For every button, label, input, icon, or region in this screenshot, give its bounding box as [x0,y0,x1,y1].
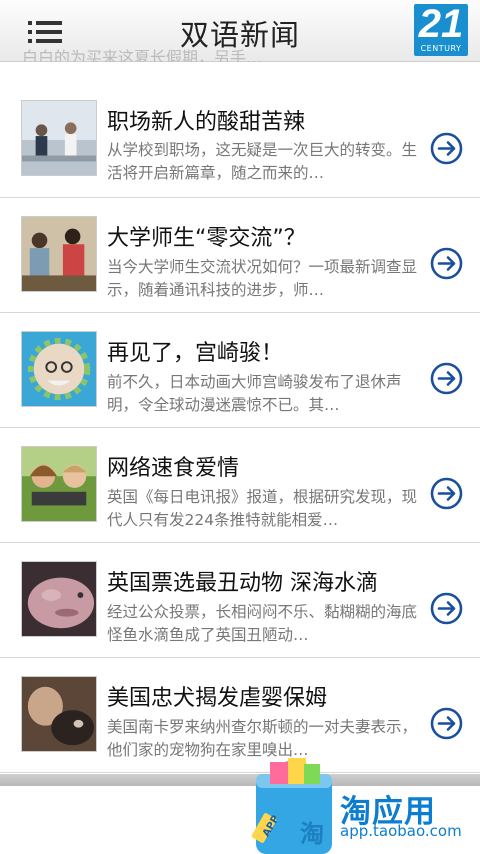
arrow-right-icon[interactable] [430,247,463,280]
arrow-right-icon[interactable] [430,132,463,165]
arrow-right-icon[interactable] [430,362,463,395]
taobao-url[interactable]: app.taobao.com [340,822,462,840]
news-list: 白白的为买来这夏长假期，另手… 职场新人的酸甜苦辣 从学校到职场，这无疑是一次巨… [0,48,480,773]
news-summary: 英国《每日电讯报》报道，根据研究发现，现代人只有发224条推特就能相爱… [107,488,417,529]
news-thumbnail [21,676,97,752]
news-title[interactable]: 英国票选最丑动物 深海水滴 [107,565,378,597]
news-thumbnail [21,100,97,176]
arrow-right-icon[interactable] [430,477,463,510]
news-title[interactable]: 美国忠犬揭发虐婴保姆 [107,680,327,712]
news-title[interactable]: 大学师生“零交流”？ [107,220,306,252]
news-thumbnail [21,331,97,407]
news-summary: 从学校到职场，这无疑是一次巨大的转变。生活将开启新篇章，随之而来的… [107,141,417,182]
arrow-right-icon[interactable] [430,592,463,625]
news-item[interactable]: 网络速食爱情 英国《每日电讯报》报道，根据研究发现，现代人只有发224条推特就能… [0,428,480,543]
news-item[interactable]: 英国票选最丑动物 深海水滴 经过公众投票，长相闷闷不乐、黏糊糊的海底怪鱼水滴鱼成… [0,543,480,658]
news-thumbnail [21,561,97,637]
news-summary: 当今大学师生交流状况如何？一项最新调查显示，随着通讯科技的进步，师… [107,258,417,299]
logo-word: CENTURY [420,44,462,53]
century-logo: 21 CENTURY [414,4,468,56]
arrow-right-icon[interactable] [430,707,463,740]
news-title[interactable]: 网络速食爱情 [107,450,239,482]
news-item[interactable]: 白白的为买来这夏长假期，另手… 职场新人的酸甜苦辣 从学校到职场，这无疑是一次巨… [0,48,480,198]
news-title[interactable]: 再见了，宫崎骏！ [107,335,283,367]
news-thumbnail [21,216,97,292]
cut-off-text: 白白的为买来这夏长假期，另手… [22,48,263,62]
logo-number: 21 [418,2,464,46]
news-item[interactable]: 再见了，宫崎骏！ 前不久，日本动画大师宫崎骏发布了退休声明，令全球动漫迷震惊不已… [0,313,480,428]
news-summary: 前不久，日本动画大师宫崎骏发布了退休声明，令全球动漫迷震惊不已。其… [107,373,402,414]
news-thumbnail [21,446,97,522]
news-title[interactable]: 职场新人的酸甜苦辣 [107,104,305,136]
news-item[interactable]: 大学师生“零交流”？ 当今大学师生交流状况如何？一项最新调查显示，随着通讯科技的… [0,198,480,313]
news-summary: 经过公众投票，长相闷闷不乐、黏糊糊的海底怪鱼水滴鱼成了英国丑陋动… [107,603,417,644]
bag-label: 淘 [300,820,324,848]
